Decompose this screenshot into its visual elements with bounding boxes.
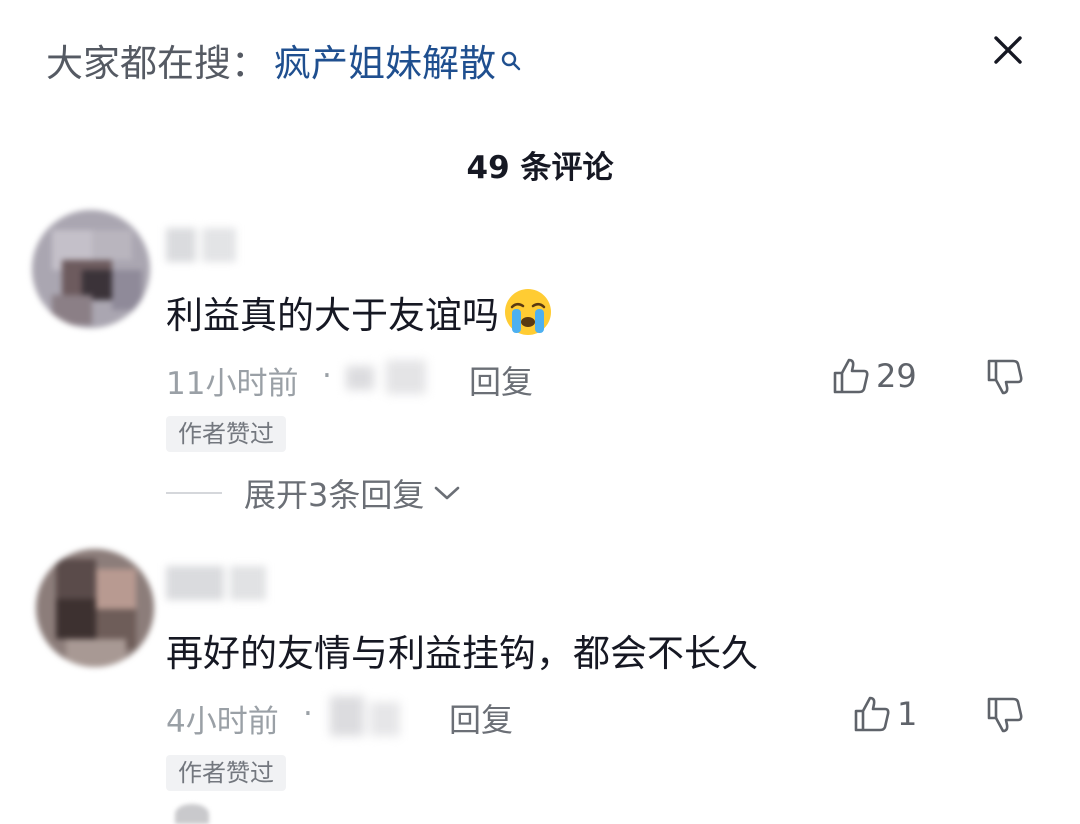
comment-text: 利益真的大于友谊吗	[166, 284, 553, 340]
author-liked-badge: 作者赞过	[166, 755, 286, 791]
expand-divider-line	[166, 492, 222, 494]
username-redacted[interactable]	[166, 566, 266, 600]
comment-timestamp: 11小时前	[166, 366, 299, 402]
trending-search-prefix: 大家都在搜：	[46, 42, 268, 85]
thumbs-down-icon	[987, 697, 1023, 733]
expand-replies-button[interactable]: 展开3条回复	[166, 470, 462, 516]
search-icon	[500, 38, 522, 71]
dislike-button[interactable]	[986, 696, 1026, 736]
comment-count-title: 49 条评论	[466, 150, 614, 186]
comment-text: 再好的友情与利益挂钩，都会不长久	[166, 622, 758, 678]
thumbs-up-icon	[833, 358, 869, 394]
expand-replies-label: 展开3条回复	[244, 476, 425, 514]
author-liked-badge: 作者赞过	[166, 416, 286, 452]
close-button[interactable]	[986, 28, 1030, 72]
crying-face-emoji-icon	[503, 287, 553, 337]
like-button[interactable]: 29	[832, 357, 917, 395]
trending-search-bar[interactable]: 大家都在搜： 疯产姐妹解散	[46, 30, 522, 90]
chevron-down-icon	[435, 486, 460, 500]
location-redacted	[346, 360, 430, 394]
avatar[interactable]	[36, 549, 154, 667]
username-redacted[interactable]	[166, 228, 236, 262]
like-count: 29	[876, 357, 917, 395]
comment-text-content: 再好的友情与利益挂钩，都会不长久	[166, 632, 758, 675]
like-button[interactable]: 1	[853, 695, 917, 733]
reply-button[interactable]: 回复	[469, 357, 533, 403]
like-count: 1	[897, 695, 918, 733]
comment-timestamp: 4小时前	[166, 704, 279, 740]
reply-button[interactable]: 回复	[449, 695, 513, 741]
close-icon	[994, 36, 1022, 64]
location-redacted	[330, 696, 404, 736]
dislike-button[interactable]	[986, 358, 1026, 398]
thumbs-down-icon	[987, 359, 1023, 395]
trending-search-keyword[interactable]: 疯产姐妹解散	[274, 33, 496, 87]
meta-separator: ·	[303, 696, 313, 732]
avatar[interactable]	[175, 804, 209, 824]
meta-separator: ·	[322, 358, 332, 394]
comment-text-content: 利益真的大于友谊吗	[166, 294, 499, 337]
thumbs-up-icon	[854, 696, 890, 732]
avatar[interactable]	[32, 210, 150, 328]
